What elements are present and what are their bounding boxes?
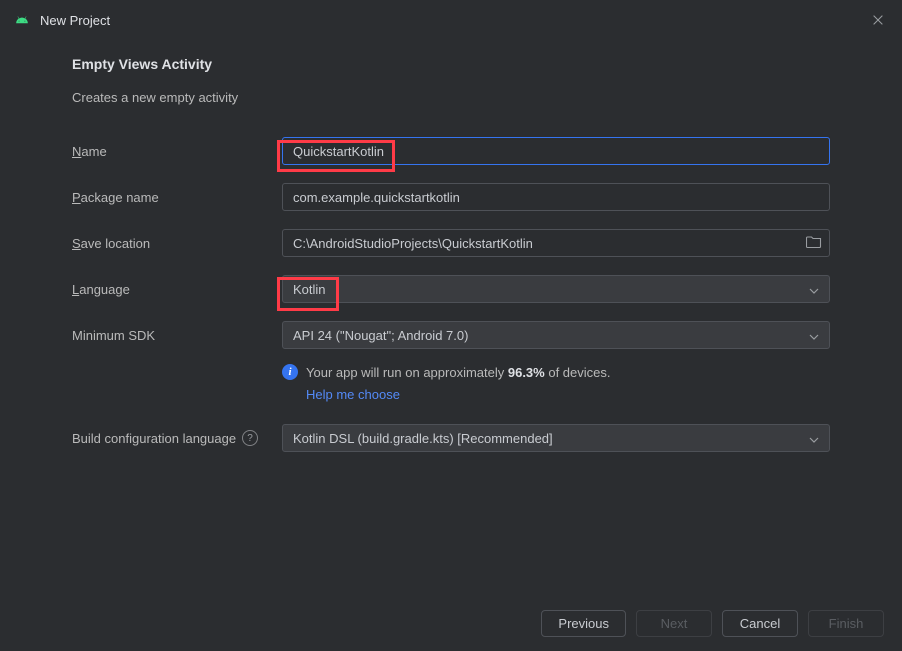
label-name: Name — [72, 144, 282, 159]
label-package: Package name — [72, 190, 282, 205]
window-title: New Project — [40, 13, 110, 28]
build-config-select[interactable]: Kotlin DSL (build.gradle.kts) [Recommend… — [282, 424, 830, 452]
location-input[interactable] — [282, 229, 830, 257]
minimum-sdk-select[interactable]: API 24 ("Nougat"; Android 7.0) — [282, 321, 830, 349]
device-coverage-text: Your app will run on approximately 96.3%… — [306, 363, 611, 404]
package-input[interactable] — [282, 183, 830, 211]
page-title: Empty Views Activity — [72, 56, 830, 72]
close-icon[interactable] — [868, 10, 888, 30]
next-button: Next — [636, 610, 712, 637]
label-build-config: Build configuration language ? — [72, 430, 282, 446]
page-subtitle: Creates a new empty activity — [72, 90, 830, 105]
language-select[interactable]: Kotlin — [282, 275, 830, 303]
name-input[interactable] — [282, 137, 830, 165]
language-value: Kotlin — [293, 282, 326, 297]
build-config-value: Kotlin DSL (build.gradle.kts) [Recommend… — [293, 431, 553, 446]
minimum-sdk-value: API 24 ("Nougat"; Android 7.0) — [293, 328, 468, 343]
help-icon[interactable]: ? — [242, 430, 258, 446]
label-save-location: Save location — [72, 236, 282, 251]
help-me-choose-link[interactable]: Help me choose — [306, 385, 611, 405]
info-icon: i — [282, 364, 298, 380]
chevron-down-icon — [809, 282, 819, 297]
cancel-button[interactable]: Cancel — [722, 610, 798, 637]
previous-button[interactable]: Previous — [541, 610, 626, 637]
browse-folder-icon[interactable] — [806, 235, 822, 252]
label-minimum-sdk: Minimum SDK — [72, 328, 282, 343]
label-language: Language — [72, 282, 282, 297]
chevron-down-icon — [809, 328, 819, 343]
finish-button: Finish — [808, 610, 884, 637]
android-studio-icon — [14, 12, 30, 28]
chevron-down-icon — [809, 431, 819, 446]
